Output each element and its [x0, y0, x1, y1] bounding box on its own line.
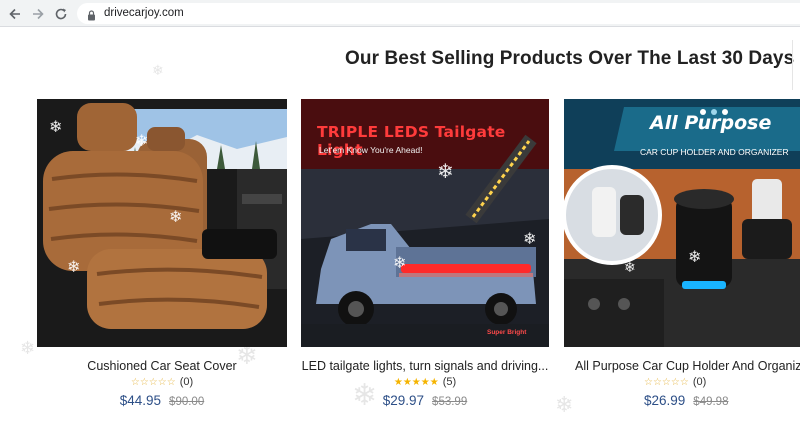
snowflake-icon: ❄ [67, 259, 81, 276]
snowflake-icon: ❄ [688, 249, 702, 266]
side-edge [792, 40, 800, 90]
carousel-dot[interactable] [722, 109, 728, 115]
snowflake-icon: ❄ [135, 133, 149, 150]
original-price: $49.98 [693, 396, 729, 408]
snowflake-icon: ❄ [523, 231, 537, 248]
product-image-seat-cover[interactable]: ❄ ❄ ❄ ❄ [37, 99, 287, 347]
snowflake-icon: ❄ [393, 255, 407, 272]
sale-price: $29.97 [382, 393, 425, 408]
product-rating: ★★★★★ (5) [301, 376, 549, 388]
star-rating-icon: ☆☆☆☆☆ [130, 376, 176, 388]
product-image-cup-holder[interactable]: All Purpose CAR CUP HOLDER AND ORGANIZER… [564, 99, 800, 347]
back-arrow-icon[interactable] [5, 4, 25, 24]
product-prices: $44.95 $90.00 [37, 393, 287, 408]
review-count: (5) [442, 376, 457, 388]
original-price: $90.00 [169, 396, 205, 408]
original-price: $53.99 [432, 396, 468, 408]
snowflake-icon: ❄ [169, 209, 183, 226]
product-card[interactable]: ❄ ❄ ❄ ❄ Cushioned Car Seat Cover ☆☆☆☆☆ (… [37, 99, 287, 408]
product-title[interactable]: Cushioned Car Seat Cover [37, 359, 287, 373]
lock-icon[interactable] [87, 8, 96, 26]
section-heading: Our Best Selling Products Over The Last … [345, 48, 795, 69]
carousel-dots[interactable] [700, 109, 728, 115]
image-headline: All Purpose [650, 112, 772, 134]
product-card[interactable]: All Purpose CAR CUP HOLDER AND ORGANIZER… [564, 99, 800, 408]
snowflake-icon: ❄ [437, 161, 454, 183]
review-count: (0) [179, 376, 194, 388]
product-rating: ☆☆☆☆☆ (0) [564, 376, 800, 388]
snowflake-icon: ❄ [624, 259, 636, 275]
carousel-dot[interactable] [700, 109, 706, 115]
image-tagline: Let'em Know You're Ahead! [319, 145, 423, 155]
image-tagline: CAR CUP HOLDER AND ORGANIZER [640, 147, 789, 157]
forward-arrow-icon[interactable] [28, 4, 48, 24]
star-rating-icon: ☆☆☆☆☆ [644, 376, 689, 388]
product-title[interactable]: All Purpose Car Cup Holder And Organizer [564, 359, 800, 373]
sale-price: $44.95 [119, 393, 162, 408]
product-image-tailgate-light[interactable]: TRIPLE LEDS Tailgate Light Let'em Know Y… [301, 99, 549, 347]
image-badge: Super Bright [487, 329, 527, 336]
carousel-dot[interactable] [711, 109, 717, 115]
review-count: (0) [692, 376, 707, 388]
star-rating-icon: ★★★★★ [393, 376, 439, 388]
product-prices: $29.97 $53.99 [301, 393, 549, 408]
product-prices: $26.99 $49.98 [564, 393, 800, 408]
reload-icon[interactable] [51, 4, 71, 24]
product-title[interactable]: LED tailgate lights, turn signals and dr… [301, 359, 549, 373]
snowflake-icon: ❄ [152, 62, 164, 78]
url-text[interactable]: drivecarjoy.com [104, 7, 184, 19]
sale-price: $26.99 [644, 393, 686, 408]
product-card[interactable]: TRIPLE LEDS Tailgate Light Let'em Know Y… [301, 99, 549, 408]
snowflake-icon: ❄ [20, 338, 36, 358]
browser-toolbar: drivecarjoy.com [0, 0, 800, 27]
product-rating: ☆☆☆☆☆ (0) [37, 376, 287, 388]
address-bar[interactable]: drivecarjoy.com [77, 3, 800, 24]
snowflake-icon: ❄ [49, 119, 63, 136]
